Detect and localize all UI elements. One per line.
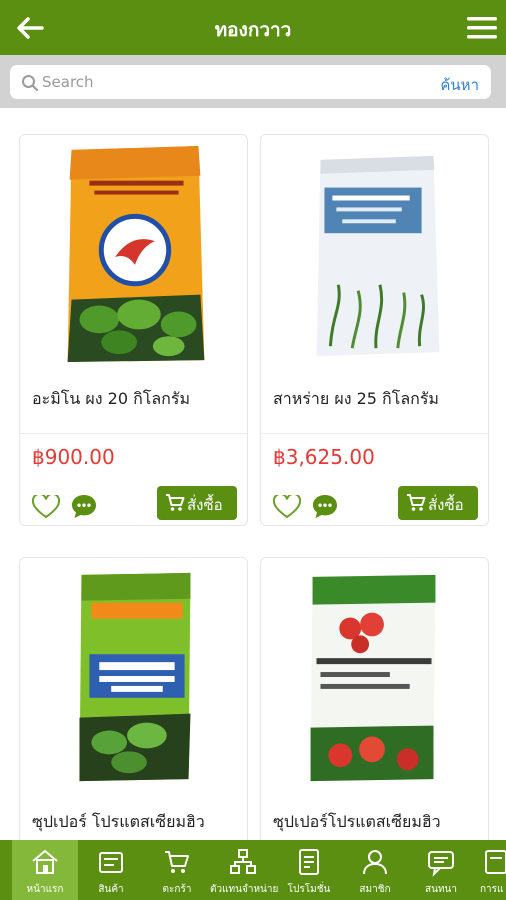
page-title: ทองกวาว xyxy=(214,19,292,41)
products-icon xyxy=(99,852,123,873)
product-image-seaweed-powder[interactable] xyxy=(261,135,488,375)
promotion-icon xyxy=(299,849,319,875)
chat-bubble-icon[interactable] xyxy=(70,493,98,521)
search-bar: ค้นหา xyxy=(0,55,506,108)
nav-label: สมาชิก xyxy=(359,884,391,895)
dealer-network-icon xyxy=(230,849,256,874)
nav-label: หน้าแรก xyxy=(26,884,64,895)
heart-icon[interactable] xyxy=(32,495,60,519)
cart-icon xyxy=(407,494,426,511)
hamburger-menu-icon[interactable] xyxy=(466,14,498,42)
divider xyxy=(261,433,488,434)
chat-bubble-icon[interactable] xyxy=(311,493,339,521)
nav-item-member[interactable]: สมาชิก xyxy=(342,840,408,900)
nav-item-promotions[interactable]: โปรโมชั่น xyxy=(276,840,342,900)
search-icon xyxy=(22,75,38,91)
nav-item-products[interactable]: สินค้า xyxy=(78,840,144,900)
product-name: ซุปเปอร์โปรแตสเซียมฮิว xyxy=(273,812,441,831)
nav-item-chat[interactable]: สนทนา xyxy=(408,840,474,900)
product-name: สาหร่าย ผง 25 กิโลกรัม xyxy=(273,389,439,408)
nav-item-cart[interactable]: ตะกร้า xyxy=(144,840,210,900)
search-button[interactable]: ค้นหา xyxy=(440,73,479,97)
search-input[interactable] xyxy=(42,68,422,96)
home-icon xyxy=(32,849,58,874)
order-button[interactable]: สั่งซื้อ xyxy=(157,486,237,520)
product-name: ซุปเปอร์ โปรแตสเซียมฮิว xyxy=(32,812,205,831)
product-image-super-potassium-humate-powder[interactable] xyxy=(261,558,488,798)
divider xyxy=(20,433,247,434)
nav-item-dealers[interactable]: ตัวแทนจำหน่าย xyxy=(210,840,279,900)
nav-label: สนทนา xyxy=(425,884,457,895)
product-price: ฿3,625.00 xyxy=(273,445,375,469)
app-header: ทองกวาว xyxy=(0,0,506,55)
cart-icon xyxy=(166,494,185,511)
cart-icon xyxy=(165,851,189,873)
nav-label: สินค้า xyxy=(98,884,124,895)
product-card[interactable]: สาหร่าย ผง 25 กิโลกรัม ฿3,625.00 สั่งซื้… xyxy=(260,134,489,526)
product-price: ฿900.00 xyxy=(32,445,115,469)
product-card[interactable]: ซุปเปอร์ โปรแตสเซียมฮิว xyxy=(19,557,248,857)
product-card[interactable]: อะมิโน ผง 20 กิโลกรัม ฿900.00 สั่งซื้อ xyxy=(19,134,248,526)
order-button-label: สั่งซื้อ xyxy=(187,496,223,514)
nav-label: ตัวแทนจำหน่าย xyxy=(210,884,279,895)
nav-label: ตะกร้า xyxy=(162,884,192,895)
product-image-super-potassium-humate-flake[interactable] xyxy=(20,558,247,798)
product-image-amino-powder[interactable] xyxy=(20,135,247,375)
search-box: ค้นหา xyxy=(10,65,491,99)
member-icon xyxy=(363,850,387,875)
nav-item-settings[interactable]: การแ xyxy=(474,840,506,900)
order-button[interactable]: สั่งซื้อ xyxy=(398,486,478,520)
product-name: อะมิโน ผง 20 กิโลกรัม xyxy=(32,389,190,408)
nav-label: โปรโมชั่น xyxy=(287,884,331,895)
heart-icon[interactable] xyxy=(273,495,301,519)
bottom-navigation: หน้าแรก สินค้า ตะกร้า ตัวแทนจำหน่าย โปรโ… xyxy=(0,840,506,900)
nav-item-home[interactable]: หน้าแรก xyxy=(12,840,78,900)
order-button-label: สั่งซื้อ xyxy=(428,496,464,514)
product-card[interactable]: ซุปเปอร์โปรแตสเซียมฮิว xyxy=(260,557,489,857)
nav-label: การแ xyxy=(480,884,504,895)
chat-icon xyxy=(428,851,454,877)
settings-icon xyxy=(485,850,506,874)
